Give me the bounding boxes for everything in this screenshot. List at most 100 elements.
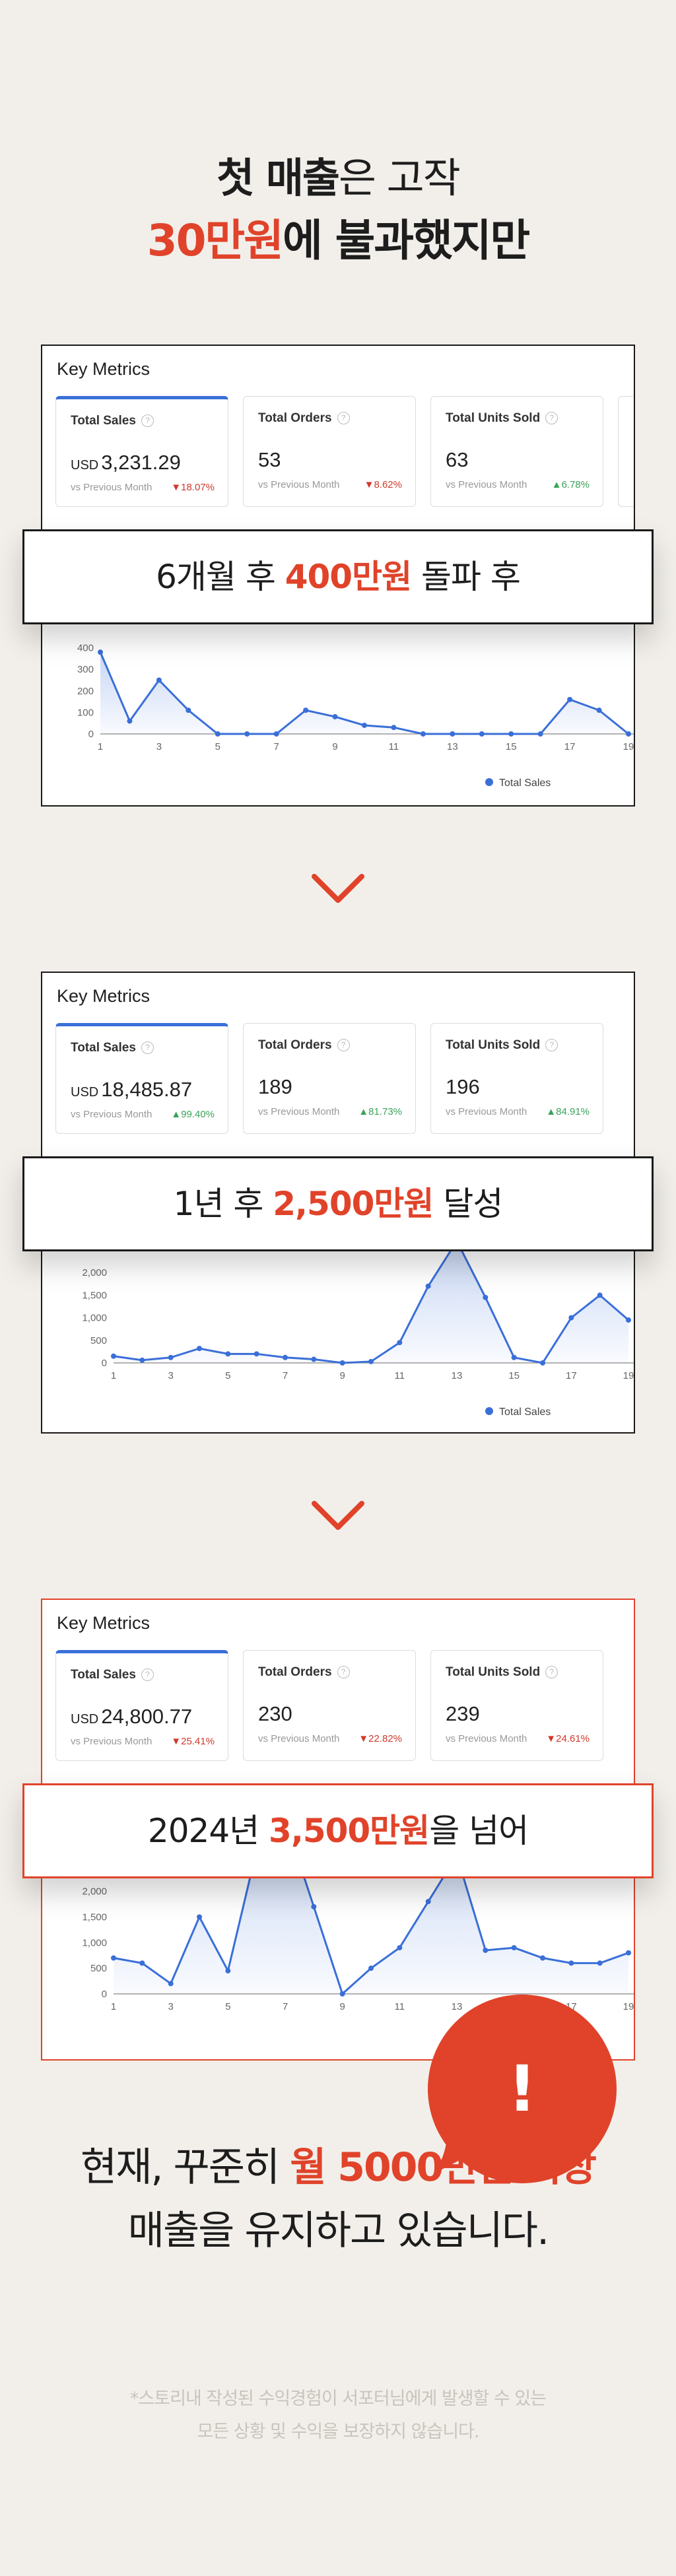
data-point <box>568 1960 574 1966</box>
y-tick-label: 2,000 <box>82 1267 107 1278</box>
hero-headline: 첫 매출은 고작 30만원에 불과했지만 <box>0 149 676 274</box>
data-point <box>511 1945 517 1951</box>
x-tick-label: 13 <box>452 1370 463 1381</box>
data-point <box>139 1357 145 1363</box>
legend-marker <box>485 1407 493 1415</box>
x-tick-label: 7 <box>283 1370 288 1381</box>
data-point <box>225 1351 231 1357</box>
data-point <box>197 1914 202 1920</box>
data-point <box>540 1360 545 1366</box>
data-point <box>339 1991 345 1997</box>
disclaimer-note: *스토리내 작성된 수익경험이 서포터님에게 발생할 수 있는 모든 상황 및 … <box>129 2389 547 2442</box>
data-point <box>420 731 426 737</box>
y-tick-label: 0 <box>102 1358 107 1369</box>
data-point <box>303 708 309 713</box>
legend-label: Total Sales <box>499 1406 551 1418</box>
x-tick-label: 15 <box>506 741 517 752</box>
x-tick-label: 3 <box>168 2001 173 2012</box>
data-point <box>339 1360 345 1366</box>
hero-line-2: 30만원에 불과했지만 <box>0 208 676 274</box>
milestone-amount: 400만원 <box>285 558 412 596</box>
data-point <box>425 1899 431 1905</box>
data-point <box>391 725 397 731</box>
milestone-banner-2024: 2024년 3,500만원을 넘어 <box>22 1783 654 1878</box>
y-tick-label: 300 <box>77 664 94 675</box>
data-point <box>197 1346 202 1352</box>
data-point <box>156 677 162 683</box>
x-tick-label: 1 <box>111 1370 116 1381</box>
y-tick-label: 200 <box>77 686 94 697</box>
x-tick-label: 3 <box>168 1370 173 1381</box>
data-point <box>596 708 602 713</box>
data-point <box>98 649 103 655</box>
data-point <box>225 1968 231 1974</box>
data-point <box>537 731 543 737</box>
y-tick-label: 400 <box>77 643 94 654</box>
x-tick-label: 17 <box>564 741 576 752</box>
data-point <box>332 713 338 719</box>
y-tick-label: 0 <box>102 1989 107 2000</box>
milestone-banner-1-year: 1년 후 2,500만원 달성 <box>22 1156 654 1251</box>
x-tick-label: 17 <box>566 1370 577 1381</box>
data-point <box>397 1945 403 1951</box>
data-point <box>254 1351 259 1357</box>
y-tick-label: 1,000 <box>82 1313 107 1324</box>
y-tick-label: 1,500 <box>82 1911 107 1923</box>
data-point <box>186 708 191 713</box>
x-tick-label: 19 <box>623 1370 634 1381</box>
x-tick-label: 5 <box>225 2001 230 2012</box>
data-point <box>508 731 514 737</box>
data-point <box>311 1356 317 1362</box>
data-point <box>450 731 456 737</box>
chevron-down-icon <box>312 874 364 903</box>
x-tick-label: 7 <box>283 2001 288 2012</box>
data-point <box>111 1353 116 1359</box>
x-tick-label: 9 <box>332 741 337 752</box>
y-tick-label: 500 <box>90 1963 107 1974</box>
series-line-total-sales <box>113 1239 629 1364</box>
speech-bubble-tail <box>434 2122 492 2173</box>
data-point <box>626 1317 631 1323</box>
x-tick-label: 9 <box>339 1370 345 1381</box>
x-tick-label: 13 <box>447 741 458 752</box>
milestone-banner-6-months: 6개월 후 400만원 돌파 후 <box>22 529 654 624</box>
y-tick-label: 0 <box>88 729 94 740</box>
data-point <box>168 1354 174 1360</box>
hero-first-sale: 첫 매출 <box>217 154 340 202</box>
data-point <box>127 718 133 724</box>
data-point <box>362 722 367 728</box>
x-tick-label: 11 <box>395 1370 405 1381</box>
data-point <box>425 1283 431 1289</box>
x-tick-label: 11 <box>395 2001 405 2012</box>
y-tick-label: 500 <box>90 1335 107 1346</box>
y-tick-label: 1,000 <box>82 1937 107 1948</box>
x-tick-label: 7 <box>273 741 279 752</box>
y-tick-label: 100 <box>77 707 94 718</box>
data-point <box>397 1340 403 1346</box>
data-point <box>283 1354 288 1360</box>
x-tick-label: 19 <box>623 2001 634 2012</box>
hero-amount: 30만원 <box>147 215 284 266</box>
x-tick-label: 3 <box>156 741 162 752</box>
x-tick-label: 5 <box>225 1370 230 1381</box>
data-point <box>568 1315 574 1321</box>
data-point <box>511 1354 517 1360</box>
data-point <box>540 1955 545 1961</box>
data-point <box>244 731 250 737</box>
data-point <box>311 1903 317 1909</box>
x-tick-label: 15 <box>508 1370 520 1381</box>
x-tick-label: 1 <box>98 741 103 752</box>
hero-only: 은 고작 <box>338 154 461 202</box>
data-point <box>483 1947 489 1953</box>
x-tick-label: 19 <box>623 741 634 752</box>
data-point <box>168 1981 174 1987</box>
x-tick-label: 5 <box>215 741 220 752</box>
hero-line-1: 첫 매출은 고작 <box>0 149 676 208</box>
data-point <box>626 731 631 737</box>
data-point <box>483 1294 489 1300</box>
legend-marker <box>485 778 493 786</box>
data-point <box>368 1358 374 1364</box>
y-tick-label: 2,000 <box>82 1886 107 1898</box>
data-point <box>139 1960 145 1966</box>
data-point <box>215 731 220 737</box>
